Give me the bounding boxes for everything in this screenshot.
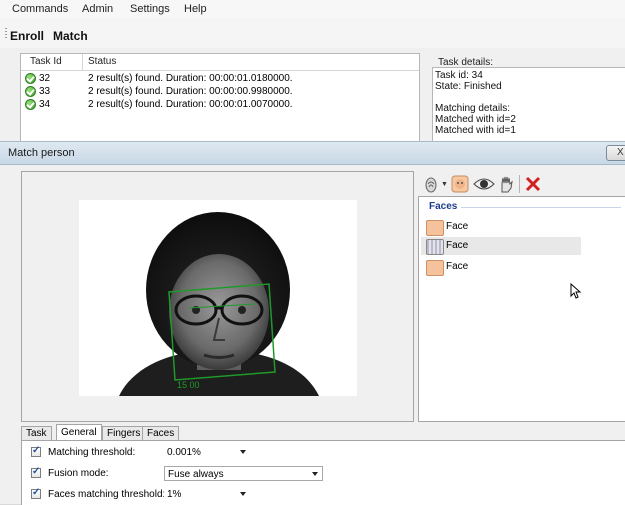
face-box-label: 15 00 — [177, 380, 200, 390]
matching-threshold-value: 0.001% — [167, 447, 201, 458]
tab-match[interactable]: Match — [53, 29, 88, 43]
matching-threshold-checkbox[interactable] — [31, 445, 41, 457]
detail-line: Matched with id=2 — [435, 114, 516, 125]
tab-fingers[interactable]: Fingers — [102, 426, 146, 441]
task-status: 2 result(s) found. Duration: 00:00:01.01… — [88, 73, 293, 84]
fingerprint-icon[interactable] — [422, 175, 440, 193]
face-photo-image — [79, 200, 357, 396]
task-details-box[interactable]: Task id: 34 State: Finished Matching det… — [432, 67, 625, 142]
hand-icon[interactable] — [498, 175, 516, 193]
check-circle-icon — [25, 73, 36, 84]
table-row[interactable]: 32 2 result(s) found. Duration: 00:00:01… — [21, 72, 419, 84]
mode-toolbar: Enroll Match — [0, 18, 625, 48]
detail-line: Matched with id=1 — [435, 125, 516, 136]
task-id: 34 — [39, 99, 51, 110]
image-viewer[interactable]: 15 00 — [21, 171, 414, 422]
task-list[interactable]: Task Id Status 32 2 result(s) found. Dur… — [20, 53, 420, 142]
table-row[interactable]: 33 2 result(s) found. Duration: 00:00:00… — [21, 85, 419, 97]
dropdown-arrow-icon[interactable]: ▼ — [441, 181, 448, 188]
list-item[interactable]: Face — [421, 258, 581, 276]
detail-line: State: Finished — [435, 81, 502, 92]
column-task-id[interactable]: Task Id — [30, 56, 62, 67]
toolbar-separator — [519, 175, 520, 193]
face-photo: 15 00 — [79, 200, 357, 396]
task-status: 2 result(s) found. Duration: 00:00:00.99… — [88, 86, 293, 97]
faces-threshold-label: Faces matching threshold: — [48, 489, 166, 500]
fusion-mode-value: Fuse always — [168, 469, 224, 480]
tab-task[interactable]: Task — [21, 426, 52, 441]
task-status: 2 result(s) found. Duration: 00:00:01.00… — [88, 99, 293, 110]
table-row[interactable]: 34 2 result(s) found. Duration: 00:00:01… — [21, 98, 419, 110]
chevron-down-icon — [240, 492, 246, 496]
task-list-header: Task Id Status — [21, 54, 419, 71]
faces-header-divider — [461, 207, 621, 208]
tab-enroll[interactable]: Enroll — [10, 29, 44, 43]
mouse-pointer-icon — [570, 282, 582, 302]
list-item[interactable]: Face — [421, 218, 581, 236]
menu-admin[interactable]: Admin — [82, 3, 113, 15]
chevron-down-icon — [312, 472, 318, 476]
detail-line: Matching details: — [435, 103, 511, 114]
faces-threshold-combo[interactable]: 1% — [164, 487, 250, 502]
face-icon — [426, 260, 444, 276]
faces-header: Faces — [429, 201, 458, 212]
column-status[interactable]: Status — [88, 56, 116, 67]
fusion-mode-checkbox[interactable] — [31, 466, 41, 478]
check-circle-icon — [25, 86, 36, 97]
menu-settings[interactable]: Settings — [130, 3, 170, 15]
fusion-mode-label: Fusion mode: — [48, 468, 109, 479]
face-icon[interactable] — [451, 175, 469, 193]
detail-line: Task id: 34 — [435, 70, 483, 81]
faces-threshold-checkbox[interactable] — [31, 487, 41, 499]
faces-threshold-value: 1% — [167, 489, 182, 500]
close-button[interactable]: X — [606, 145, 625, 161]
match-person-dialog: Match person X 15 00 ▼ Faces Face Face F… — [0, 141, 625, 505]
face-item-label: Face — [446, 261, 469, 272]
eye-icon[interactable] — [473, 175, 495, 193]
menu-commands[interactable]: Commands — [12, 3, 68, 15]
dialog-titlebar[interactable]: Match person X — [0, 141, 625, 165]
matching-threshold-combo[interactable]: 0.001% — [164, 445, 250, 460]
menu-help[interactable]: Help — [184, 3, 207, 15]
tab-faces[interactable]: Faces — [142, 426, 180, 441]
task-id: 32 — [39, 73, 51, 84]
face-template-icon — [426, 239, 444, 255]
face-icon — [426, 220, 444, 236]
column-divider[interactable] — [82, 54, 83, 70]
face-item-label: Face — [446, 240, 469, 251]
main-window: Commands Admin Settings Help Enroll Matc… — [0, 0, 625, 142]
general-options-panel: Matching threshold: 0.001% Fusion mode: … — [21, 440, 625, 505]
chevron-down-icon — [240, 450, 246, 454]
options-tabs: Task General Fingers Faces — [21, 424, 625, 442]
list-item[interactable]: Face — [421, 237, 581, 255]
red-x-icon[interactable] — [524, 175, 542, 193]
face-item-label: Face — [446, 221, 469, 232]
fusion-mode-select[interactable]: Fuse always — [164, 466, 323, 481]
faces-tree[interactable]: Faces Face Face Face — [418, 196, 625, 422]
dialog-title: Match person — [8, 147, 75, 159]
check-circle-icon — [25, 99, 36, 110]
menu-bar: Commands Admin Settings Help — [0, 0, 625, 19]
task-id: 33 — [39, 86, 51, 97]
matching-threshold-label: Matching threshold: — [48, 447, 136, 458]
toolbar-grip[interactable] — [5, 28, 7, 40]
